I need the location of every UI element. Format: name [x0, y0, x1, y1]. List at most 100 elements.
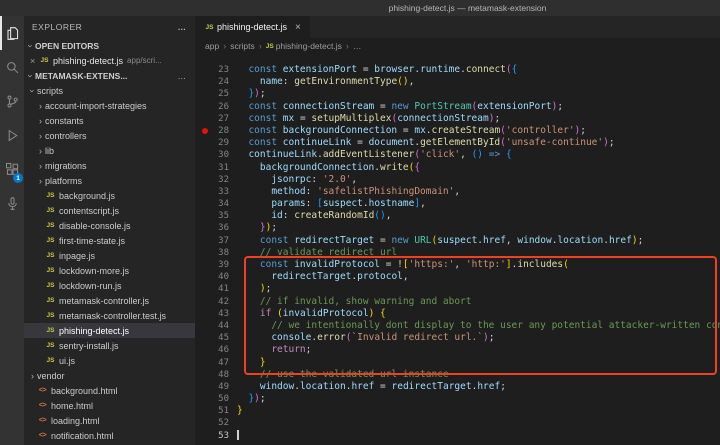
- line-number[interactable]: 32: [195, 174, 229, 186]
- code-line[interactable]: 30 continueLink.addEventListener('click'…: [195, 149, 720, 161]
- tree-item[interactable]: <>notification.html: [24, 428, 195, 443]
- line-number[interactable]: 36: [195, 222, 229, 234]
- line-number[interactable]: 47: [195, 357, 229, 369]
- tree-item[interactable]: JSphishing-detect.js: [24, 323, 195, 338]
- tree-item[interactable]: <>home.html: [24, 398, 195, 413]
- breadcrumb-item[interactable]: JSphishing-detect.js: [266, 41, 342, 51]
- line-number[interactable]: 39: [195, 259, 229, 271]
- tree-item[interactable]: ›lib: [24, 143, 195, 158]
- tree-item[interactable]: <>background.html: [24, 383, 195, 398]
- line-number[interactable]: 28: [195, 125, 229, 137]
- line-number[interactable]: 26: [195, 101, 229, 113]
- workspace-more-actions-icon[interactable]: …: [178, 71, 196, 81]
- close-icon[interactable]: ×: [30, 56, 39, 66]
- code-line[interactable]: 51}: [195, 405, 720, 417]
- code-line[interactable]: 27 const mx = setupMultiplex(connectionS…: [195, 113, 720, 125]
- microphone-icon[interactable]: [0, 186, 24, 220]
- tree-item[interactable]: ›vendor: [24, 368, 195, 383]
- tree-item[interactable]: JSdisable-console.js: [24, 218, 195, 233]
- code-line[interactable]: 47 }: [195, 357, 720, 369]
- run-debug-icon[interactable]: [0, 118, 24, 152]
- line-number[interactable]: 35: [195, 210, 229, 222]
- tree-item[interactable]: JScontentscript.js: [24, 203, 195, 218]
- breadcrumb-item[interactable]: app: [205, 41, 219, 51]
- line-number[interactable]: 49: [195, 381, 229, 393]
- tree-item[interactable]: JSmetamask-controller.js: [24, 293, 195, 308]
- tab-phishing-detect[interactable]: JS phishing-detect.js ×: [195, 16, 310, 38]
- code-line[interactable]: 29 const continueLink = document.getElem…: [195, 137, 720, 149]
- line-number[interactable]: 53: [195, 430, 229, 442]
- line-number[interactable]: 45: [195, 332, 229, 344]
- code-line[interactable]: 39 const invalidProtocol = !['https:', '…: [195, 259, 720, 271]
- line-number[interactable]: 43: [195, 308, 229, 320]
- tree-item[interactable]: JSbackground.js: [24, 188, 195, 203]
- code-line[interactable]: 46 return;: [195, 344, 720, 356]
- tree-item[interactable]: JSlockdown-more.js: [24, 263, 195, 278]
- line-number[interactable]: 52: [195, 417, 229, 429]
- code-line[interactable]: 37 const redirectTarget = new URL(suspec…: [195, 235, 720, 247]
- code-editor[interactable]: 23 const extensionPort = browser.runtime…: [195, 54, 720, 445]
- tree-item[interactable]: JSsentry-install.js: [24, 338, 195, 353]
- explorer-icon[interactable]: [0, 16, 24, 50]
- code-line[interactable]: 52: [195, 417, 720, 429]
- code-line[interactable]: 25 });: [195, 88, 720, 100]
- line-number[interactable]: 46: [195, 344, 229, 356]
- search-icon[interactable]: [0, 50, 24, 84]
- code-line[interactable]: 35 id: createRandomId(),: [195, 210, 720, 222]
- breadcrumb-item[interactable]: scripts: [230, 41, 255, 51]
- line-number[interactable]: 29: [195, 137, 229, 149]
- open-editor-item[interactable]: × JS phishing-detect.js app/scri...: [24, 53, 195, 68]
- code-line[interactable]: 24 name: getEnvironmentType(),: [195, 76, 720, 88]
- tree-item[interactable]: ›migrations: [24, 158, 195, 173]
- source-control-icon[interactable]: [0, 84, 24, 118]
- extensions-icon[interactable]: 1: [0, 152, 24, 186]
- code-line[interactable]: 53: [195, 430, 720, 442]
- line-number[interactable]: 48: [195, 369, 229, 381]
- tree-item[interactable]: JSfirst-time-state.js: [24, 233, 195, 248]
- code-line[interactable]: 49 window.location.href = redirectTarget…: [195, 381, 720, 393]
- code-line[interactable]: 42 // if invalid, show warning and abort: [195, 296, 720, 308]
- line-number[interactable]: 41: [195, 283, 229, 295]
- line-number[interactable]: 40: [195, 271, 229, 283]
- line-number[interactable]: 51: [195, 405, 229, 417]
- line-number[interactable]: 30: [195, 149, 229, 161]
- code-line[interactable]: 34 params: [suspect.hostname],: [195, 198, 720, 210]
- code-line[interactable]: 36 });: [195, 222, 720, 234]
- code-line[interactable]: 33 method: 'safelistPhishingDomain',: [195, 186, 720, 198]
- code-line[interactable]: 40 redirectTarget.protocol,: [195, 271, 720, 283]
- tab-close-icon[interactable]: ×: [295, 22, 301, 33]
- tree-item[interactable]: JSinpage.js: [24, 248, 195, 263]
- code-line[interactable]: 43 if (invalidProtocol) {: [195, 308, 720, 320]
- line-number[interactable]: 25: [195, 88, 229, 100]
- line-number[interactable]: 23: [195, 64, 229, 76]
- line-number[interactable]: 27: [195, 113, 229, 125]
- tree-item[interactable]: ›scripts: [24, 83, 195, 98]
- code-line[interactable]: 45 console.error(`Invalid redirect url.`…: [195, 332, 720, 344]
- code-line[interactable]: 48 // use the validated url instance: [195, 369, 720, 381]
- code-line[interactable]: 23 const extensionPort = browser.runtime…: [195, 64, 720, 76]
- code-line[interactable]: 31 backgroundConnection.write({: [195, 162, 720, 174]
- line-number[interactable]: 33: [195, 186, 229, 198]
- tree-item[interactable]: JSlockdown-run.js: [24, 278, 195, 293]
- line-number[interactable]: 50: [195, 393, 229, 405]
- code-line[interactable]: 44 // we intentionally dont display to t…: [195, 320, 720, 332]
- line-number[interactable]: 34: [195, 198, 229, 210]
- code-line[interactable]: 38 // validate redirect url: [195, 247, 720, 259]
- tree-item[interactable]: JSmetamask-controller.test.js: [24, 308, 195, 323]
- line-number[interactable]: 42: [195, 296, 229, 308]
- code-line[interactable]: 32 jsonrpc: '2.0',: [195, 174, 720, 186]
- line-number[interactable]: 24: [195, 76, 229, 88]
- tree-item[interactable]: ›platforms: [24, 173, 195, 188]
- tree-item[interactable]: ›constants: [24, 113, 195, 128]
- tree-item[interactable]: JSui.js: [24, 353, 195, 368]
- code-line[interactable]: 28 const backgroundConnection = mx.creat…: [195, 125, 720, 137]
- workspace-section-header[interactable]: › METAMASK-EXTENS... …: [24, 68, 195, 83]
- tree-item[interactable]: ›controllers: [24, 128, 195, 143]
- sidebar-more-actions-icon[interactable]: …: [178, 22, 188, 32]
- code-line[interactable]: 26 const connectionStream = new PortStre…: [195, 101, 720, 113]
- line-number[interactable]: 37: [195, 235, 229, 247]
- code-line[interactable]: 50 });: [195, 393, 720, 405]
- line-number[interactable]: 44: [195, 320, 229, 332]
- code-line[interactable]: 41 );: [195, 283, 720, 295]
- tree-item[interactable]: ›account-import-strategies: [24, 98, 195, 113]
